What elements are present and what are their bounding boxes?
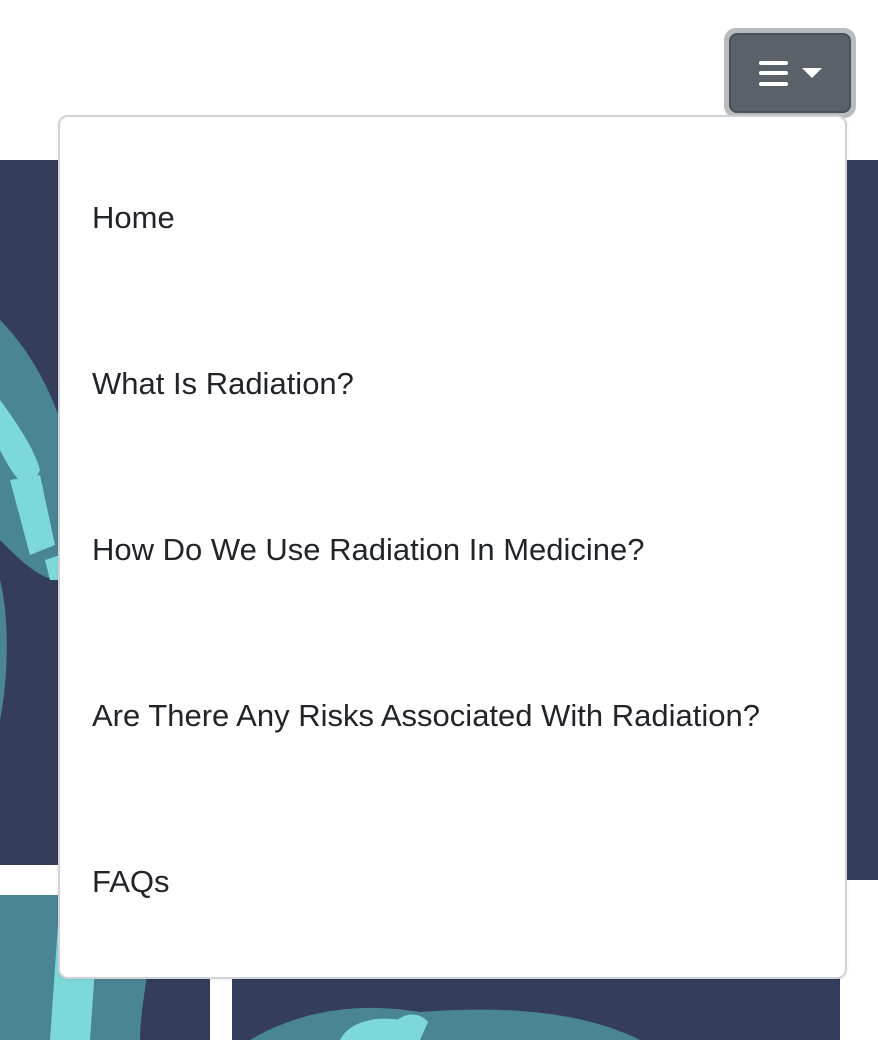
menu-item-what-is-radiation[interactable]: What Is Radiation? <box>92 366 354 402</box>
menu-item-faqs[interactable]: FAQs <box>92 864 170 900</box>
menu-toggle-inner <box>729 33 851 113</box>
menu-toggle-button[interactable] <box>724 28 856 118</box>
menu-item-radiation-in-medicine[interactable]: How Do We Use Radiation In Medicine? <box>92 532 645 568</box>
caret-down-icon <box>801 68 822 78</box>
page: Home What Is Radiation? How Do We Use Ra… <box>0 0 878 1040</box>
menu-item-radiation-risks[interactable]: Are There Any Risks Associated With Radi… <box>92 698 760 734</box>
dropdown-menu: Home What Is Radiation? How Do We Use Ra… <box>58 115 847 979</box>
menu-item-home[interactable]: Home <box>92 200 175 236</box>
hamburger-icon <box>758 60 788 86</box>
